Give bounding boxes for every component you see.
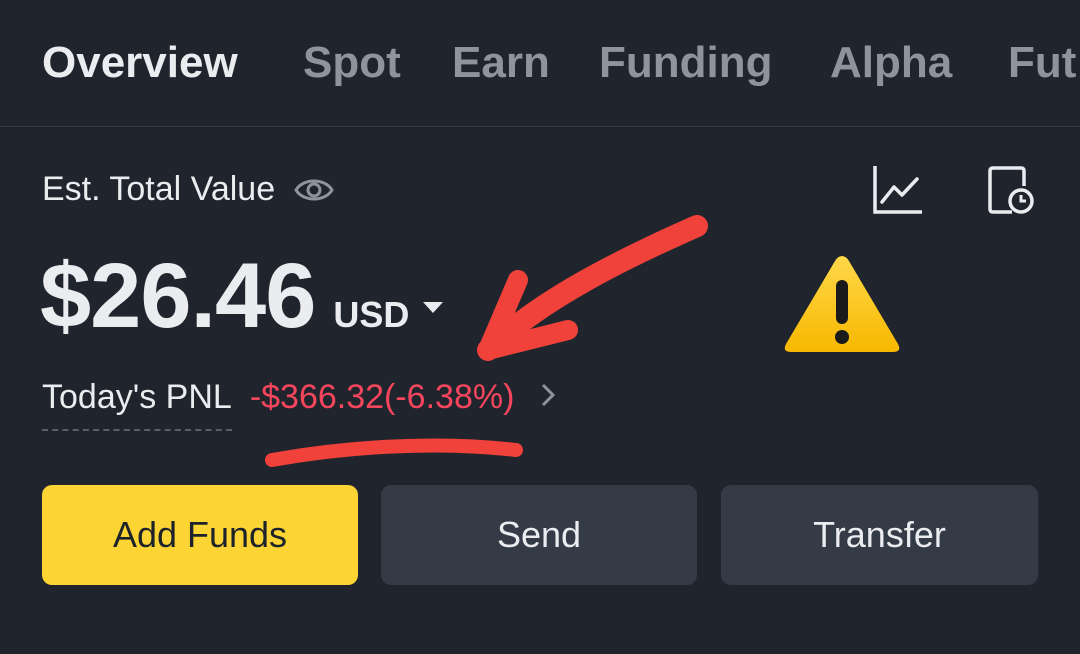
annotation-underline — [265, 438, 523, 467]
tab-futures[interactable]: Fut — [1008, 38, 1076, 88]
line-chart-icon[interactable] — [870, 160, 926, 220]
balance-value: $26.46 — [40, 245, 316, 347]
tab-spot[interactable]: Spot — [303, 38, 401, 88]
balance-label: Est. Total Value — [42, 170, 276, 208]
currency-selector[interactable]: USD — [333, 294, 409, 336]
warning-icon — [780, 250, 904, 358]
balance-value-row: $26.46 USD — [40, 244, 444, 349]
tab-alpha[interactable]: Alpha — [830, 38, 952, 88]
transfer-button[interactable]: Transfer — [721, 485, 1038, 585]
add-funds-button[interactable]: Add Funds — [42, 485, 358, 585]
tab-earn[interactable]: Earn — [452, 38, 550, 88]
caret-down-icon[interactable] — [423, 302, 444, 313]
history-icon[interactable] — [984, 160, 1040, 220]
annotation-arrow-shaft — [477, 215, 708, 361]
annotation-arrow-head — [478, 270, 578, 360]
tab-funding[interactable]: Funding — [599, 38, 773, 88]
eye-icon[interactable] — [293, 175, 335, 205]
tab-overview[interactable]: Overview — [42, 38, 238, 88]
pnl-row[interactable]: Today's PNL -$366.32(-6.38%) — [42, 378, 556, 431]
send-button[interactable]: Send — [381, 485, 697, 585]
chevron-right-icon[interactable] — [540, 378, 556, 431]
pnl-value: -$366.32(-6.38%) — [249, 378, 515, 416]
tab-bar: Overview Spot Earn Funding Alpha Fut — [0, 0, 1080, 127]
balance-header: Est. Total Value — [42, 170, 335, 209]
pnl-label: Today's PNL — [42, 378, 232, 431]
